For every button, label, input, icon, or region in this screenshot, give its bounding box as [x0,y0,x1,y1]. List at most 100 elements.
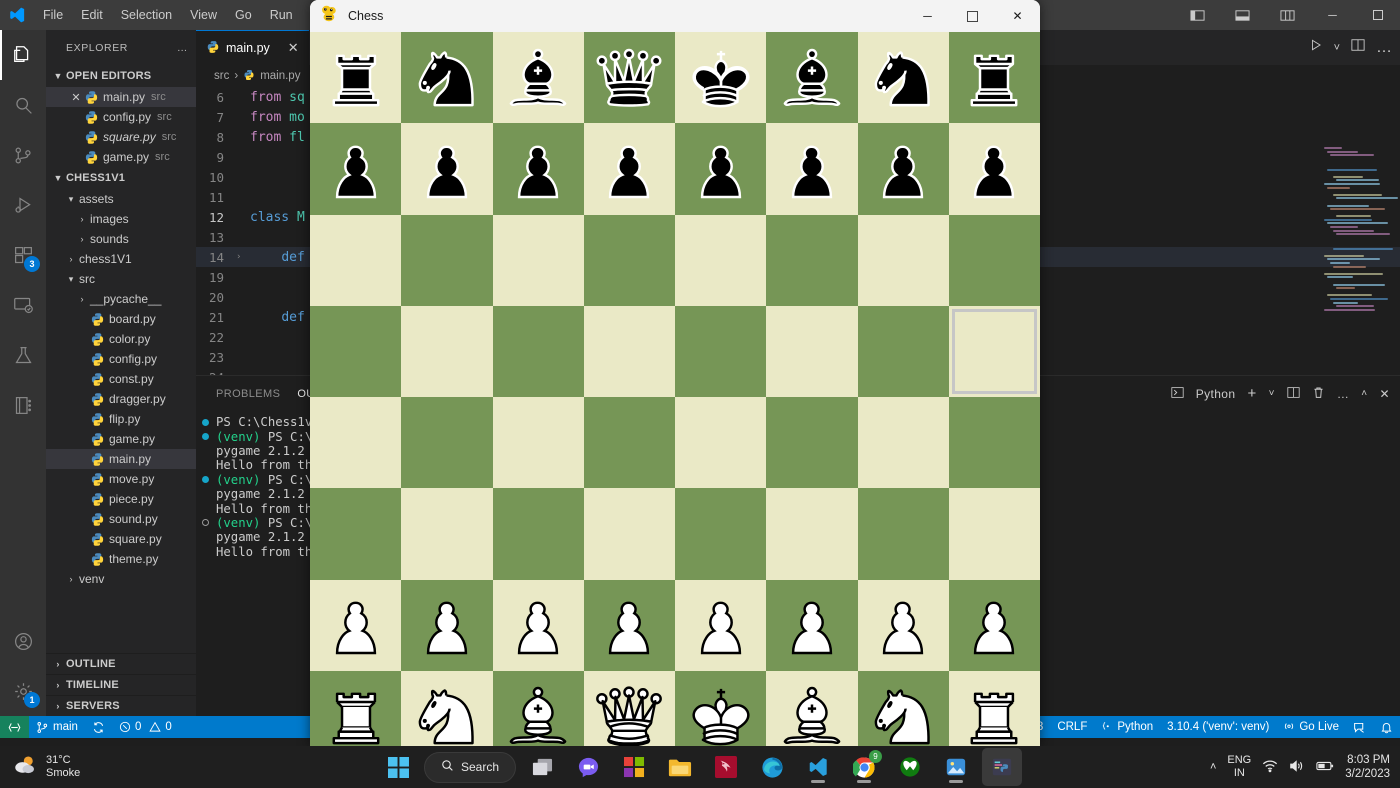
square-white-knight[interactable] [401,670,493,746]
chevron-right-icon[interactable]: › [74,294,90,304]
square-white-pawn[interactable] [310,579,402,671]
menu-file[interactable]: File [34,0,72,30]
weather-widget[interactable]: 31°C Smoke [0,754,80,781]
explorer-more-actions[interactable]: … [177,42,188,54]
chevron-right-icon[interactable]: › [63,254,79,264]
tree-item-dragger-py[interactable]: dragger.py [46,389,196,409]
square-black-pawn[interactable] [401,123,493,215]
volume-icon[interactable] [1289,759,1305,776]
vscode-layout-panel-icon[interactable] [1220,0,1265,30]
status-interpreter[interactable]: 3.10.4 ('venv': venv) [1160,716,1276,738]
breadcrumb-folder[interactable]: src [214,70,229,82]
activity-accounts[interactable] [0,616,46,666]
square-empty[interactable] [766,397,858,489]
tree-item-theme-py[interactable]: theme.py [46,549,196,569]
status-problems[interactable]: 0 0 [112,716,179,738]
open-editor-game-py[interactable]: game.py src [46,147,196,167]
square-white-pawn[interactable] [766,579,858,671]
section-open-editors[interactable]: ▼ OPEN EDITORS [46,65,196,87]
tree-item-images[interactable]: › images [46,209,196,229]
square-empty[interactable] [310,305,402,397]
minimap[interactable] [1324,147,1398,397]
xbox-icon[interactable] [890,748,930,786]
wifi-icon[interactable] [1262,759,1278,776]
square-black-knight[interactable] [401,32,493,124]
fold-indicator[interactable]: › [236,252,250,262]
run-chevron-down-icon[interactable]: ˅ [1334,42,1340,54]
windows-start-icon[interactable] [378,748,418,786]
status-eol[interactable]: CRLF [1050,716,1094,738]
activity-manage[interactable]: 1 [0,666,46,716]
status-sync[interactable] [85,716,112,738]
chess-close-button[interactable]: ✕ [995,0,1040,32]
square-black-pawn[interactable] [675,123,767,215]
square-black-bishop[interactable] [766,32,858,124]
vscode-icon[interactable] [798,748,838,786]
square-empty[interactable] [948,214,1040,306]
panel-close-icon[interactable]: ✕ [1380,387,1390,401]
status-remote[interactable] [0,716,29,738]
square-empty[interactable] [310,397,402,489]
clock[interactable]: 8:03 PM 3/2/2023 [1345,753,1390,781]
square-black-pawn[interactable] [310,123,402,215]
square-empty[interactable] [857,305,949,397]
chevron-right-icon[interactable]: › [63,574,79,584]
tree-item-sound-py[interactable]: sound.py [46,509,196,529]
menu-selection[interactable]: Selection [112,0,181,30]
tab-close-icon[interactable]: ✕ [288,40,299,56]
tree-item-const-py[interactable]: const.py [46,369,196,389]
tab-main-py[interactable]: main.py ✕ [196,30,309,65]
terminal-label[interactable]: Python [1196,387,1236,401]
tree-item-board-py[interactable]: board.py [46,309,196,329]
square-white-bishop[interactable] [492,670,584,746]
tree-item-chess1V1[interactable]: › chess1V1 [46,249,196,269]
terminal-chevron-down-icon[interactable]: ˅ [1269,388,1275,399]
chevron-right-icon[interactable]: › [74,214,90,224]
square-empty[interactable] [492,488,584,580]
square-black-knight[interactable] [857,32,949,124]
task-view-icon[interactable] [522,748,562,786]
square-white-pawn[interactable] [948,579,1040,671]
tree-item-__pycache__[interactable]: › __pycache__ [46,289,196,309]
square-empty[interactable] [492,397,584,489]
square-empty[interactable] [401,397,493,489]
square-empty[interactable] [583,397,675,489]
square-white-pawn[interactable] [583,579,675,671]
square-empty[interactable] [948,397,1040,489]
square-black-king[interactable] [675,32,767,124]
section-project[interactable]: ▼ CHESS1V1 [46,167,196,189]
square-empty[interactable] [492,305,584,397]
tree-item-square-py[interactable]: square.py [46,529,196,549]
square-white-queen[interactable] [583,670,675,746]
square-white-rook[interactable] [948,670,1040,746]
square-empty[interactable] [948,488,1040,580]
square-black-pawn[interactable] [492,123,584,215]
square-white-knight[interactable] [857,670,949,746]
tree-item-move-py[interactable]: move.py [46,469,196,489]
chess-board[interactable] [310,32,1040,746]
square-empty[interactable] [857,214,949,306]
status-feedback[interactable] [1346,716,1373,738]
chess-titlebar[interactable]: Chess ─ ✕ [310,0,1040,32]
status-branch[interactable]: main [29,716,85,738]
close-editor-icon[interactable]: ✕ [68,91,84,104]
status-language[interactable]: Python [1094,716,1160,738]
chess-minimize-button[interactable]: ─ [905,0,950,32]
square-empty[interactable] [310,488,402,580]
search-taskbar-button[interactable]: Search [423,751,517,783]
square-empty[interactable] [766,488,858,580]
section-timeline[interactable]: › TIMELINE [46,674,196,695]
chrome-icon[interactable]: 9 [844,748,884,786]
menu-run[interactable]: Run [261,0,302,30]
folder-icon[interactable] [660,748,700,786]
square-black-rook[interactable] [310,32,402,124]
tree-item-assets[interactable]: ▾ assets [46,189,196,209]
pygame-window-icon[interactable] [982,748,1023,786]
battery-icon[interactable] [1316,760,1334,775]
edge-icon[interactable] [752,748,792,786]
activity-run-debug[interactable] [0,180,46,230]
terminal-shell-icon[interactable] [1171,386,1184,402]
square-empty[interactable] [401,488,493,580]
chess-maximize-button[interactable] [950,0,995,32]
menu-go[interactable]: Go [226,0,261,30]
